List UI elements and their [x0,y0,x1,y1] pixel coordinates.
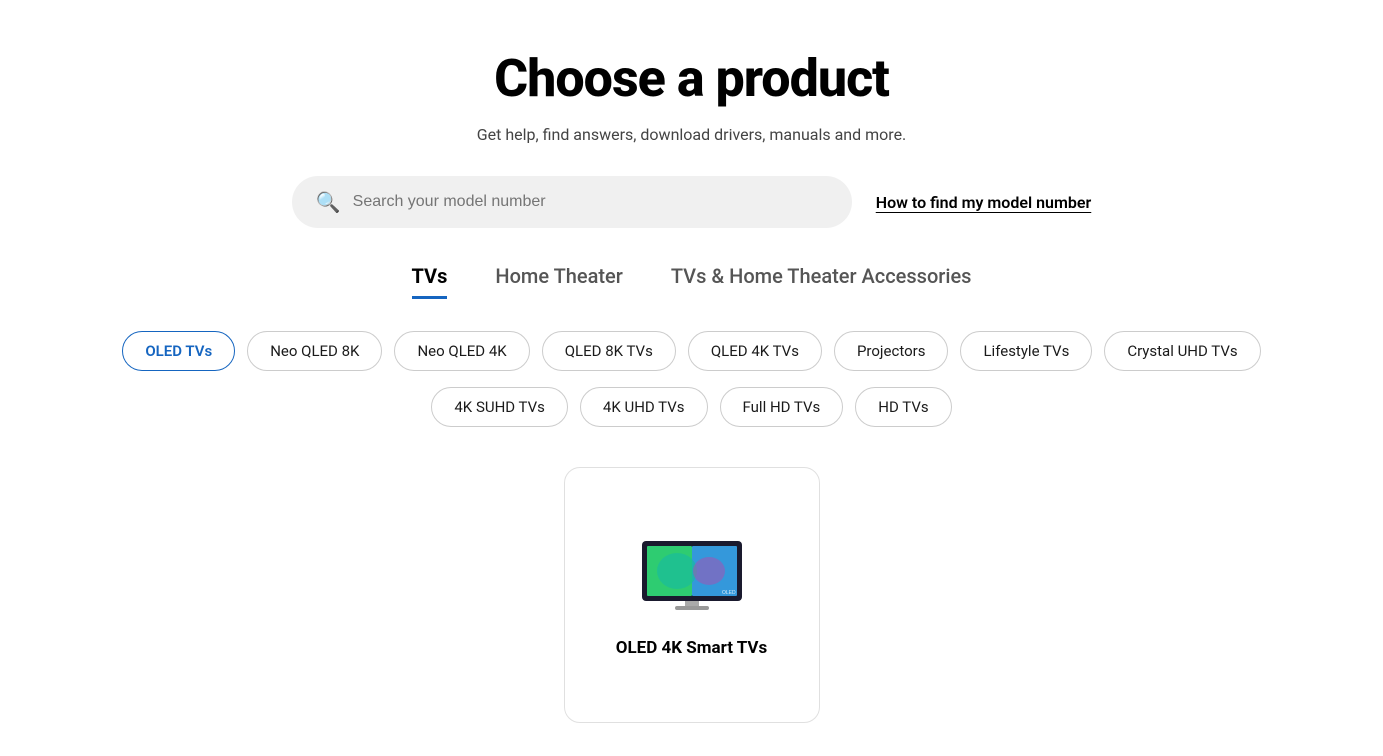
pill-crystal-uhd[interactable]: Crystal UHD TVs [1104,331,1260,371]
pill-full-hd[interactable]: Full HD TVs [720,387,844,427]
page-title: Choose a product [494,48,889,109]
pills-container: OLED TVs Neo QLED 8K Neo QLED 4K QLED 8K… [0,331,1383,427]
pill-neo-qled-8k[interactable]: Neo QLED 8K [247,331,382,371]
tab-accessories[interactable]: TVs & Home Theater Accessories [671,264,972,299]
page-subtitle: Get help, find answers, download drivers… [477,125,907,144]
search-input[interactable] [353,193,828,211]
pill-4k-suhd[interactable]: 4K SUHD TVs [431,387,568,427]
tabs-row: TVs Home Theater TVs & Home Theater Acce… [412,264,972,299]
pill-qled-8k[interactable]: QLED 8K TVs [542,331,676,371]
search-row: 🔍 How to find my model number [0,176,1383,228]
pills-row-1: OLED TVs Neo QLED 8K Neo QLED 4K QLED 8K… [122,331,1260,371]
pill-qled-4k[interactable]: QLED 4K TVs [688,331,822,371]
pill-neo-qled-4k[interactable]: Neo QLED 4K [394,331,529,371]
tab-tvs[interactable]: TVs [412,264,448,299]
svg-text:OLED: OLED [722,590,736,596]
search-icon: 🔍 [316,190,341,214]
tab-home-theater[interactable]: Home Theater [495,264,622,299]
pill-4k-uhd[interactable]: 4K UHD TVs [580,387,708,427]
pill-oled-tvs[interactable]: OLED TVs [122,331,235,371]
search-box[interactable]: 🔍 [292,176,852,228]
product-grid: OLED OLED 4K Smart TVs [0,467,1383,723]
product-image-area: OLED [632,531,752,621]
product-card-label: OLED 4K Smart TVs [616,637,768,659]
pills-row-2: 4K SUHD TVs 4K UHD TVs Full HD TVs HD TV… [431,387,951,427]
page-container: Choose a product Get help, find answers,… [0,0,1383,723]
pill-lifestyle-tvs[interactable]: Lifestyle TVs [960,331,1092,371]
tv-image: OLED [637,536,747,616]
product-card-oled-4k[interactable]: OLED OLED 4K Smart TVs [564,467,820,723]
pill-hd[interactable]: HD TVs [855,387,951,427]
pill-projectors[interactable]: Projectors [834,331,949,371]
model-help-link[interactable]: How to find my model number [876,193,1092,212]
